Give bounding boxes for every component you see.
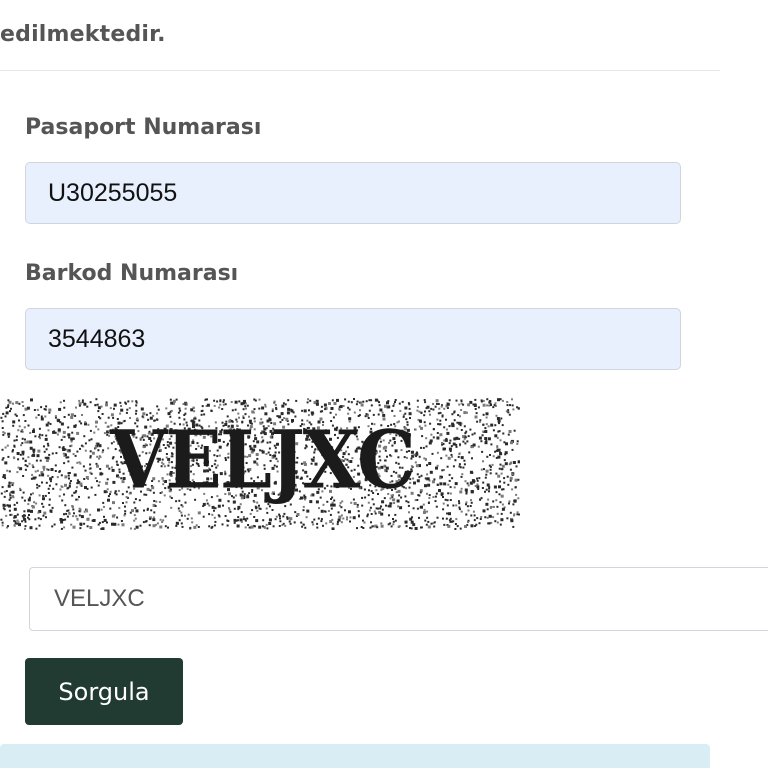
captcha-code-text: VELJXC [110,414,416,507]
barcode-number-input[interactable] [25,308,681,370]
info-alert [0,744,710,768]
passport-number-label: Pasaport Numarası [25,115,262,140]
intro-text: edilmektedir. [0,22,166,47]
query-form-page: edilmektedir. Pasaport Numarası Barkod N… [0,0,768,768]
submit-query-button[interactable]: Sorgula [25,658,183,725]
captcha-image: VELJXC [0,398,520,530]
section-divider [0,70,720,71]
captcha-input[interactable] [29,567,768,631]
intro-text-clipped [0,0,740,12]
passport-number-input[interactable] [25,162,681,224]
barcode-number-label: Barkod Numarası [25,261,239,286]
